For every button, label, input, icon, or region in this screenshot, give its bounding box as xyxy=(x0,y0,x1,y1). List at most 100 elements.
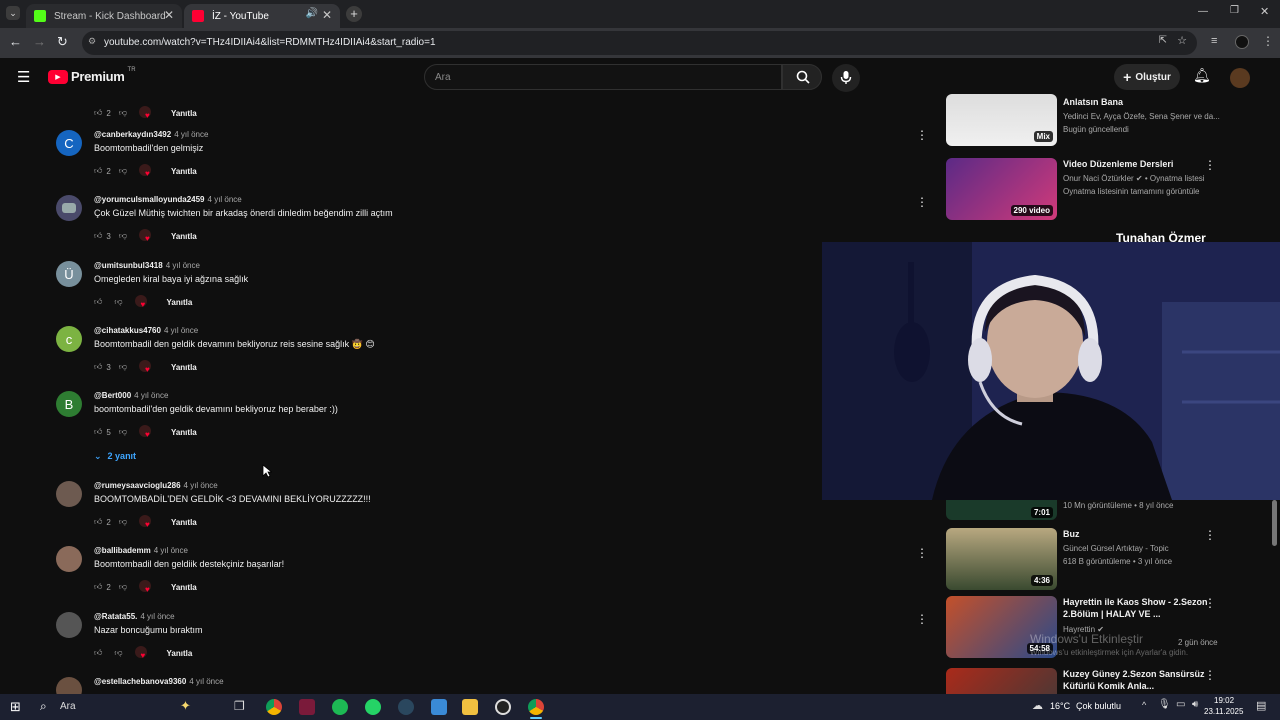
avatar[interactable] xyxy=(56,612,82,638)
volume-icon[interactable]: 🔊︎ xyxy=(1192,699,1198,710)
media-control-icon[interactable]: ≡ xyxy=(1211,35,1217,47)
back-icon[interactable]: ← xyxy=(9,34,22,49)
address-input[interactable]: ⚙ youtube.com/watch?v=THz4IDIIAi4&list=R… xyxy=(82,31,1197,55)
notification-center-icon[interactable]: ▤ xyxy=(1256,699,1266,712)
video-menu-icon[interactable]: ⋮ xyxy=(1204,528,1216,542)
chrome-icon[interactable] xyxy=(528,699,544,715)
video-menu-icon[interactable]: ⋮ xyxy=(1204,596,1216,610)
reply-button[interactable]: Yanıtla xyxy=(171,518,197,527)
account-avatar[interactable] xyxy=(1230,68,1250,88)
dislike-icon[interactable]: 👎︎ xyxy=(119,517,127,527)
video-channel[interactable]: Güncel Gürsel Artıktay - Topic xyxy=(1063,544,1169,553)
app-icon[interactable] xyxy=(299,699,315,715)
avatar[interactable] xyxy=(56,195,82,221)
bookmark-star-icon[interactable]: ☆ xyxy=(1177,34,1187,47)
avatar[interactable]: c xyxy=(56,326,82,352)
reply-button[interactable]: Yanıtla xyxy=(167,298,193,307)
avatar[interactable] xyxy=(56,481,82,507)
start-icon[interactable]: ⊞ xyxy=(10,699,21,715)
avatar[interactable]: Ü xyxy=(56,261,82,287)
hamburger-menu-icon[interactable]: ☰ xyxy=(17,68,30,86)
video-channel[interactable]: Onur Naci Öztürkler ✔ • Oynatma listesi xyxy=(1063,174,1205,183)
video-channel[interactable]: Yedinci Ev, Ayça Özefe, Sena Şener ve da… xyxy=(1063,112,1220,121)
network-icon[interactable]: ▭ xyxy=(1176,699,1185,710)
site-info-icon[interactable]: ⚙ xyxy=(88,36,96,47)
avatar[interactable] xyxy=(56,677,82,694)
comment-author[interactable]: @Ratata55. 4 yıl önce xyxy=(94,612,175,621)
dislike-icon[interactable]: 👎︎ xyxy=(119,108,127,118)
comment-author[interactable]: @yorumculsmalloyunda2459 4 yıl önce xyxy=(94,195,242,204)
reply-button[interactable]: Yanıtla xyxy=(167,649,193,658)
weather-text[interactable]: Çok bulutlu xyxy=(1076,701,1121,711)
new-tab-button[interactable]: + xyxy=(346,6,362,22)
reload-icon[interactable]: ↻ xyxy=(57,34,68,50)
comment-author[interactable]: @cihatakkus4760 4 yıl önce xyxy=(94,326,198,335)
weather-icon[interactable]: ☁ xyxy=(1032,699,1043,712)
like-icon[interactable]: 👍︎ xyxy=(94,166,102,176)
dislike-icon[interactable]: 👎︎ xyxy=(119,231,127,241)
browser-menu-icon[interactable]: ⋮ xyxy=(1262,34,1274,48)
close-tab-icon[interactable]: ✕ xyxy=(322,8,332,22)
tray-chevron-icon[interactable]: ^ xyxy=(1142,700,1146,710)
maximize-icon[interactable]: ❐ xyxy=(1230,5,1239,16)
related-video-item[interactable]: 7:01 10 Mn görüntüleme • 8 yıl önce xyxy=(946,500,1276,522)
sidebar-scrollbar[interactable] xyxy=(1272,500,1277,546)
like-icon[interactable]: 👍︎ xyxy=(94,582,102,592)
like-icon[interactable]: 👍︎ xyxy=(94,297,102,307)
weather-temp[interactable]: 16°C xyxy=(1050,701,1070,711)
forward-icon[interactable]: → xyxy=(33,34,46,49)
chrome-icon[interactable] xyxy=(266,699,282,715)
file-explorer-icon[interactable] xyxy=(462,699,478,715)
create-button[interactable]: + Oluştur xyxy=(1114,64,1180,90)
comment-author[interactable]: @estellachebanova9360 4 yıl önce xyxy=(94,677,224,686)
dislike-icon[interactable]: 👎︎ xyxy=(114,648,122,658)
video-thumbnail[interactable]: 4:36 xyxy=(946,528,1057,590)
video-thumbnail[interactable]: Mix xyxy=(946,94,1057,146)
minimize-icon[interactable]: — xyxy=(1198,6,1208,17)
obs-icon[interactable] xyxy=(495,699,511,715)
audio-icon[interactable]: 🔊 xyxy=(306,8,318,19)
clock-time[interactable]: 19:02 xyxy=(1214,696,1234,705)
app-icon[interactable] xyxy=(431,699,447,715)
related-video-item[interactable]: Mix Anlatsın Bana Yedinci Ev, Ayça Özefe… xyxy=(946,94,1276,162)
comment-author[interactable]: @umitsunbul3418 4 yıl önce xyxy=(94,261,200,270)
video-title[interactable]: Kuzey Güney 2.Sezon Sansürsüz Küfürlü Ko… xyxy=(1063,668,1213,692)
reply-button[interactable]: Yanıtla xyxy=(171,363,197,372)
video-thumbnail[interactable]: 290 video xyxy=(946,158,1057,220)
dislike-icon[interactable]: 👎︎ xyxy=(119,362,127,372)
like-icon[interactable]: 👍︎ xyxy=(94,648,102,658)
dislike-icon[interactable]: 👎︎ xyxy=(114,297,122,307)
comment-menu-icon[interactable]: ⋮ xyxy=(916,546,928,560)
reply-button[interactable]: Yanıtla xyxy=(171,232,197,241)
show-replies-button[interactable]: ⌄ 2 yanıt xyxy=(94,451,136,462)
comment-menu-icon[interactable]: ⋮ xyxy=(916,612,928,626)
video-menu-icon[interactable]: ⋮ xyxy=(1204,668,1216,682)
clock-date[interactable]: 23.11.2025 xyxy=(1204,707,1243,716)
whatsapp-icon[interactable] xyxy=(365,699,381,715)
tab-youtube[interactable]: İZ - YouTube 🔊 ✕ xyxy=(184,4,340,28)
comment-menu-icon[interactable]: ⋮ xyxy=(916,195,928,209)
avatar[interactable] xyxy=(56,546,82,572)
like-icon[interactable]: 👍︎ xyxy=(94,108,102,118)
tab-list-button[interactable]: ⌄ xyxy=(6,6,20,20)
close-tab-icon[interactable]: ✕ xyxy=(164,8,174,22)
video-title[interactable]: Hayrettin ile Kaos Show - 2.Sezon 2.Bölü… xyxy=(1063,596,1213,620)
task-view-icon[interactable]: ❐ xyxy=(234,699,245,713)
dislike-icon[interactable]: 👎︎ xyxy=(119,582,127,592)
video-title[interactable]: Video Düzenleme Dersleri xyxy=(1063,158,1213,170)
comment-author[interactable]: @ballibademm 4 yıl önce xyxy=(94,546,188,555)
reply-button[interactable]: Yanıtla xyxy=(171,583,197,592)
steam-icon[interactable] xyxy=(398,699,414,715)
dislike-icon[interactable]: 👎︎ xyxy=(119,427,127,437)
video-thumbnail[interactable]: 7:01 xyxy=(946,500,1057,520)
dislike-icon[interactable]: 👎︎ xyxy=(119,166,127,176)
avatar[interactable]: C xyxy=(56,130,82,156)
video-title[interactable]: Anlatsın Bana xyxy=(1063,96,1213,108)
taskbar-search-icon[interactable]: ⌕ xyxy=(40,699,47,714)
related-video-item[interactable]: Kuzey Güney 2.Sezon Sansürsüz Küfürlü Ko… xyxy=(946,668,1276,694)
comment-author[interactable]: @rumeysaavcioglu286 4 yıl önce xyxy=(94,481,218,490)
video-title[interactable]: Buz xyxy=(1063,528,1213,540)
reply-button[interactable]: Yanıtla xyxy=(171,428,197,437)
like-icon[interactable]: 👍︎ xyxy=(94,517,102,527)
reply-button[interactable]: Yanıtla xyxy=(171,109,197,118)
